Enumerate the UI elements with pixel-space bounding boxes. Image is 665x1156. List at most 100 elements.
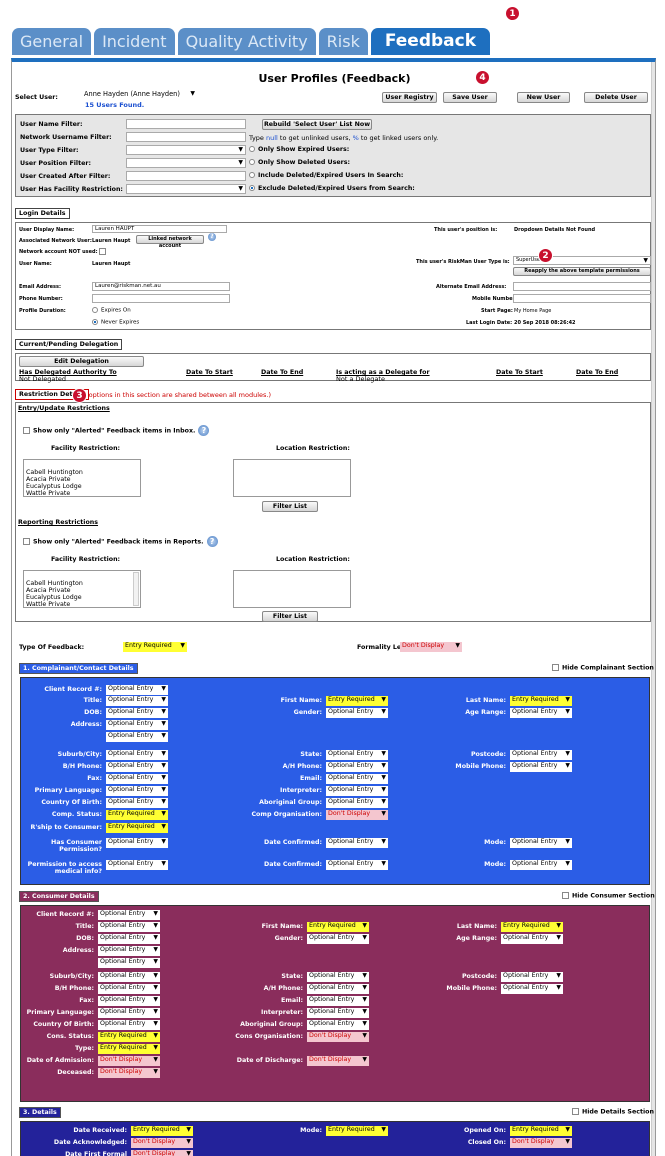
reapply-template-button[interactable]: Reapply the above template permissions xyxy=(513,267,651,276)
email-input[interactable]: Lauren@riskman.net.au xyxy=(92,282,230,291)
field-option-select[interactable]: Don't Display ▼ xyxy=(326,810,388,820)
rebuild-list-button[interactable]: Rebuild 'Select User' List Now xyxy=(262,119,372,130)
mobile-input[interactable] xyxy=(513,294,651,303)
filter-list-button-reports[interactable]: Filter List xyxy=(262,611,318,622)
field-option-select[interactable]: Entry Required ▼ xyxy=(307,922,369,932)
save-user-button[interactable]: Save User xyxy=(443,92,497,103)
field-option-select[interactable]: Don't Display ▼ xyxy=(98,1056,160,1066)
field-option-select[interactable]: Optional Entry ▼ xyxy=(106,774,168,784)
display-name-input[interactable]: Lauren HAUPT xyxy=(92,225,227,233)
field-option-select[interactable]: Optional Entry ▼ xyxy=(307,1020,369,1030)
alt-email-input[interactable] xyxy=(513,282,651,291)
field-option-select[interactable]: Optional Entry ▼ xyxy=(106,838,168,848)
field-option-select[interactable]: Optional Entry ▼ xyxy=(326,838,388,848)
delete-user-button[interactable]: Delete User xyxy=(584,92,648,103)
field-option-select[interactable]: Optional Entry ▼ xyxy=(326,786,388,796)
field-option-select[interactable]: Optional Entry ▼ xyxy=(326,774,388,784)
field-option-select[interactable]: Optional Entry ▼ xyxy=(326,750,388,760)
field-option-select[interactable]: Optional Entry ▼ xyxy=(307,1008,369,1018)
field-option-select[interactable]: Optional Entry ▼ xyxy=(510,708,572,718)
facility-option[interactable]: Cabell Huntington xyxy=(26,469,138,476)
help-icon[interactable]: ? xyxy=(208,233,216,241)
field-option-select[interactable]: Optional Entry ▼ xyxy=(106,696,168,706)
field-option-select[interactable]: Optional Entry ▼ xyxy=(106,860,168,870)
formality-select[interactable]: Don't Display ▼ xyxy=(400,642,462,652)
checkbox-icon[interactable] xyxy=(572,1108,579,1115)
field-option-select[interactable]: Optional Entry ▼ xyxy=(98,910,160,920)
location-listbox-reports[interactable] xyxy=(233,570,351,608)
user-type-filter-select[interactable]: ▼ xyxy=(126,145,246,155)
hide-details-option[interactable]: Hide Details Section xyxy=(572,1108,654,1116)
tab-general[interactable]: General xyxy=(12,28,92,55)
checkbox-icon[interactable] xyxy=(552,664,559,671)
field-option-select[interactable]: Optional Entry ▼ xyxy=(307,996,369,1006)
facility-option[interactable]: Acacia Private xyxy=(26,476,138,483)
user-type-select[interactable]: SuperUser ▼ xyxy=(513,256,651,265)
field-option-select[interactable]: Optional Entry ▼ xyxy=(98,922,160,932)
field-option-select[interactable]: Optional Entry ▼ xyxy=(326,798,388,808)
facility-option[interactable]: Wattle Private xyxy=(26,490,138,497)
field-option-select[interactable]: Optional Entry ▼ xyxy=(98,958,160,968)
checkbox-icon[interactable] xyxy=(99,248,107,255)
facility-option[interactable]: Eucalyptus Lodge xyxy=(26,594,138,601)
new-user-button[interactable]: New User xyxy=(517,92,570,103)
field-option-select[interactable]: Optional Entry ▼ xyxy=(501,972,563,982)
field-option-select[interactable]: Entry Required ▼ xyxy=(501,922,563,932)
tab-quality-activity[interactable]: Quality Activity xyxy=(177,28,316,55)
facility-option[interactable]: Eucalyptus Lodge xyxy=(26,483,138,490)
user-created-after-input[interactable] xyxy=(126,171,246,181)
facility-listbox-reports[interactable]: Cabell Huntington Acacia Private Eucalyp… xyxy=(23,570,141,608)
radio-selected-icon[interactable] xyxy=(92,319,98,325)
field-option-select[interactable]: Optional Entry ▼ xyxy=(98,946,160,956)
field-option-select[interactable]: Entry Required ▼ xyxy=(106,823,168,833)
network-username-filter-input[interactable] xyxy=(126,132,246,142)
field-option-select[interactable]: Optional Entry ▼ xyxy=(106,720,168,730)
radio-selected-icon[interactable] xyxy=(249,185,255,191)
checkbox-icon[interactable] xyxy=(562,892,569,899)
filter-list-button[interactable]: Filter List xyxy=(262,501,318,512)
type-feedback-select[interactable]: Entry Required ▼ xyxy=(123,642,187,652)
field-option-select[interactable]: Optional Entry ▼ xyxy=(106,732,168,742)
field-option-select[interactable]: Optional Entry ▼ xyxy=(106,708,168,718)
alerted-reports-option[interactable]: Show only "Alerted" Feedback items in Re… xyxy=(23,536,218,547)
facility-restriction-filter-select[interactable]: ▼ xyxy=(126,184,246,194)
field-option-select[interactable]: Optional Entry ▼ xyxy=(106,685,168,695)
field-option-select[interactable]: Optional Entry ▼ xyxy=(98,972,160,982)
checkbox-icon[interactable] xyxy=(23,538,30,545)
edit-delegation-button[interactable]: Edit Delegation xyxy=(19,356,144,367)
radio-icon[interactable] xyxy=(249,146,255,152)
field-option-select[interactable]: Optional Entry ▼ xyxy=(98,984,160,994)
radio-icon[interactable] xyxy=(92,307,98,313)
field-option-select[interactable]: Optional Entry ▼ xyxy=(106,786,168,796)
field-option-select[interactable]: Entry Required ▼ xyxy=(326,1126,388,1136)
field-option-select[interactable]: Optional Entry ▼ xyxy=(510,838,572,848)
field-option-select[interactable]: Optional Entry ▼ xyxy=(98,1020,160,1030)
facility-listbox[interactable]: Cabell Huntington Acacia Private Eucalyp… xyxy=(23,459,141,497)
select-user-dropdown[interactable]: Anne Hayden (Anne Hayden) ▼ xyxy=(82,90,197,100)
field-option-select[interactable]: Optional Entry ▼ xyxy=(307,972,369,982)
field-option-select[interactable]: Optional Entry ▼ xyxy=(98,934,160,944)
field-option-select[interactable]: Optional Entry ▼ xyxy=(98,996,160,1006)
facility-option[interactable]: Acacia Private xyxy=(26,587,138,594)
opt-include[interactable]: Include Deleted/Expired Users In Search: xyxy=(249,172,403,179)
field-option-select[interactable]: Optional Entry ▼ xyxy=(106,750,168,760)
field-option-select[interactable]: Entry Required ▼ xyxy=(98,1032,160,1042)
tab-risk[interactable]: Risk xyxy=(318,28,368,55)
field-option-select[interactable]: Optional Entry ▼ xyxy=(307,984,369,994)
opt-expired[interactable]: Only Show Expired Users: xyxy=(249,146,349,153)
field-option-select[interactable]: Don't Display ▼ xyxy=(98,1068,160,1078)
opt-deleted[interactable]: Only Show Deleted Users: xyxy=(249,159,350,166)
expires-on-option[interactable]: Expires On xyxy=(92,307,131,314)
field-option-select[interactable]: Optional Entry ▼ xyxy=(510,860,572,870)
field-option-select[interactable]: Optional Entry ▼ xyxy=(106,798,168,808)
field-option-select[interactable]: Don't Display ▼ xyxy=(307,1056,369,1066)
tab-feedback[interactable]: Feedback xyxy=(370,28,491,55)
field-option-select[interactable]: Entry Required ▼ xyxy=(510,696,572,706)
location-listbox[interactable] xyxy=(233,459,351,497)
field-option-select[interactable]: Optional Entry ▼ xyxy=(501,934,563,944)
hide-consumer-option[interactable]: Hide Consumer Section xyxy=(562,892,655,900)
user-name-filter-input[interactable] xyxy=(126,119,246,129)
radio-icon[interactable] xyxy=(249,172,255,178)
field-option-select[interactable]: Entry Required ▼ xyxy=(131,1126,193,1136)
field-option-select[interactable]: Don't Display ▼ xyxy=(131,1150,193,1156)
